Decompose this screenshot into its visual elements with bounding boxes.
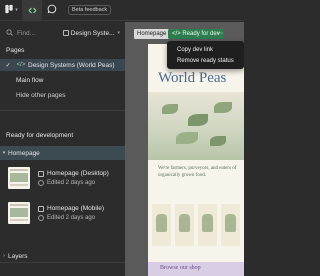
- frame-icon: [38, 205, 44, 212]
- code-page-icon: </>: [16, 62, 26, 68]
- comment-button[interactable]: [42, 0, 62, 21]
- frame-edited: Edited 2 days ago: [47, 180, 96, 186]
- product-card: [221, 204, 240, 246]
- frame-thumbnail: [8, 202, 30, 224]
- clock-icon: [38, 180, 44, 186]
- product-card: [152, 204, 171, 246]
- canvas[interactable]: World Peas We're farmers, purveyors, and…: [125, 22, 244, 276]
- menu-item-copy-dev-link[interactable]: Copy dev link: [167, 45, 244, 56]
- section-homepage-label: Homepage: [8, 149, 40, 157]
- figma-logo-icon: [4, 4, 14, 16]
- frame-edited: Edited 2 days ago: [47, 215, 96, 221]
- more-options-icon[interactable]: ⋯: [217, 30, 223, 37]
- page-item-label: Main flow: [16, 76, 44, 84]
- main-menu-button[interactable]: ▾: [0, 0, 22, 21]
- hide-other-pages[interactable]: Hide other pages: [0, 89, 125, 101]
- site-footer-band: Browse our shop: [148, 262, 244, 276]
- product-card: [175, 204, 194, 246]
- top-toolbar: ▾ Beta feedback: [0, 0, 244, 21]
- chevron-down-icon: ▾: [117, 30, 120, 36]
- site-footer-text: Browse our shop: [160, 265, 201, 271]
- frame-homepage-desktop[interactable]: Homepage (Desktop) Edited 2 days ago: [8, 163, 120, 193]
- hide-other-pages-label: Hide other pages: [16, 91, 66, 99]
- ready-for-development-heading: Ready for development: [6, 132, 74, 139]
- page-item-main-flow[interactable]: Main flow: [0, 74, 125, 86]
- frame-homepage-mobile[interactable]: Homepage (Mobile) Edited 2 days ago: [8, 198, 120, 228]
- homepage-frame-preview[interactable]: World Peas We're farmers, purveyors, and…: [148, 44, 244, 276]
- ready-for-dev-tag[interactable]: </> Ready for dev: [168, 29, 224, 39]
- frame-thumbnail: [8, 167, 30, 189]
- product-cards: [148, 204, 244, 258]
- site-title: World Peas: [158, 70, 227, 86]
- divider: [0, 110, 125, 111]
- search-bar: Find... Design Syste... ▾: [6, 26, 120, 40]
- comment-icon: [47, 1, 57, 19]
- frame-tag-homepage[interactable]: Homepage: [134, 29, 170, 39]
- pages-heading: Pages: [6, 47, 25, 54]
- search-icon: [6, 28, 13, 38]
- layers-heading: Layers: [8, 252, 28, 260]
- layers-section[interactable]: › Layers: [0, 249, 125, 263]
- frame-name: Homepage (Mobile): [47, 205, 105, 212]
- file-icon: [62, 30, 69, 36]
- ready-for-dev-label: Ready for dev: [182, 31, 220, 37]
- check-icon: ✓: [5, 62, 11, 69]
- hero-image: [148, 92, 244, 160]
- page-item-design-systems[interactable]: ✓ </> Design Systems (World Peas): [0, 59, 125, 71]
- caret-down-icon: ▾: [2, 150, 6, 156]
- file-name: Design Syste...: [70, 29, 115, 37]
- site-quote: We're farmers, purveyors, and eaters of …: [158, 166, 237, 178]
- caret-right-icon: ›: [3, 253, 5, 259]
- context-menu: Copy dev link Remove ready status: [167, 41, 244, 69]
- frame-icon: [38, 170, 44, 177]
- product-card: [198, 204, 217, 246]
- code-icon: </>: [172, 31, 181, 37]
- left-panel: Find... Design Syste... ▾ Pages ✓ </> De…: [0, 22, 125, 276]
- frame-name: Homepage (Desktop): [47, 170, 109, 177]
- dev-mode-button[interactable]: [22, 0, 42, 21]
- chevron-down-icon: ▾: [15, 7, 18, 13]
- clock-icon: [38, 215, 44, 221]
- section-homepage[interactable]: ▾ Homepage: [0, 146, 125, 160]
- dev-mode-code-icon: [27, 5, 38, 16]
- search-input[interactable]: Find...: [17, 30, 63, 37]
- page-item-label: Design Systems (World Peas): [28, 61, 115, 69]
- beta-feedback-badge[interactable]: Beta feedback: [68, 5, 112, 15]
- file-switcher[interactable]: Design Syste... ▾: [62, 29, 120, 37]
- menu-item-remove-ready-status[interactable]: Remove ready status: [167, 56, 244, 67]
